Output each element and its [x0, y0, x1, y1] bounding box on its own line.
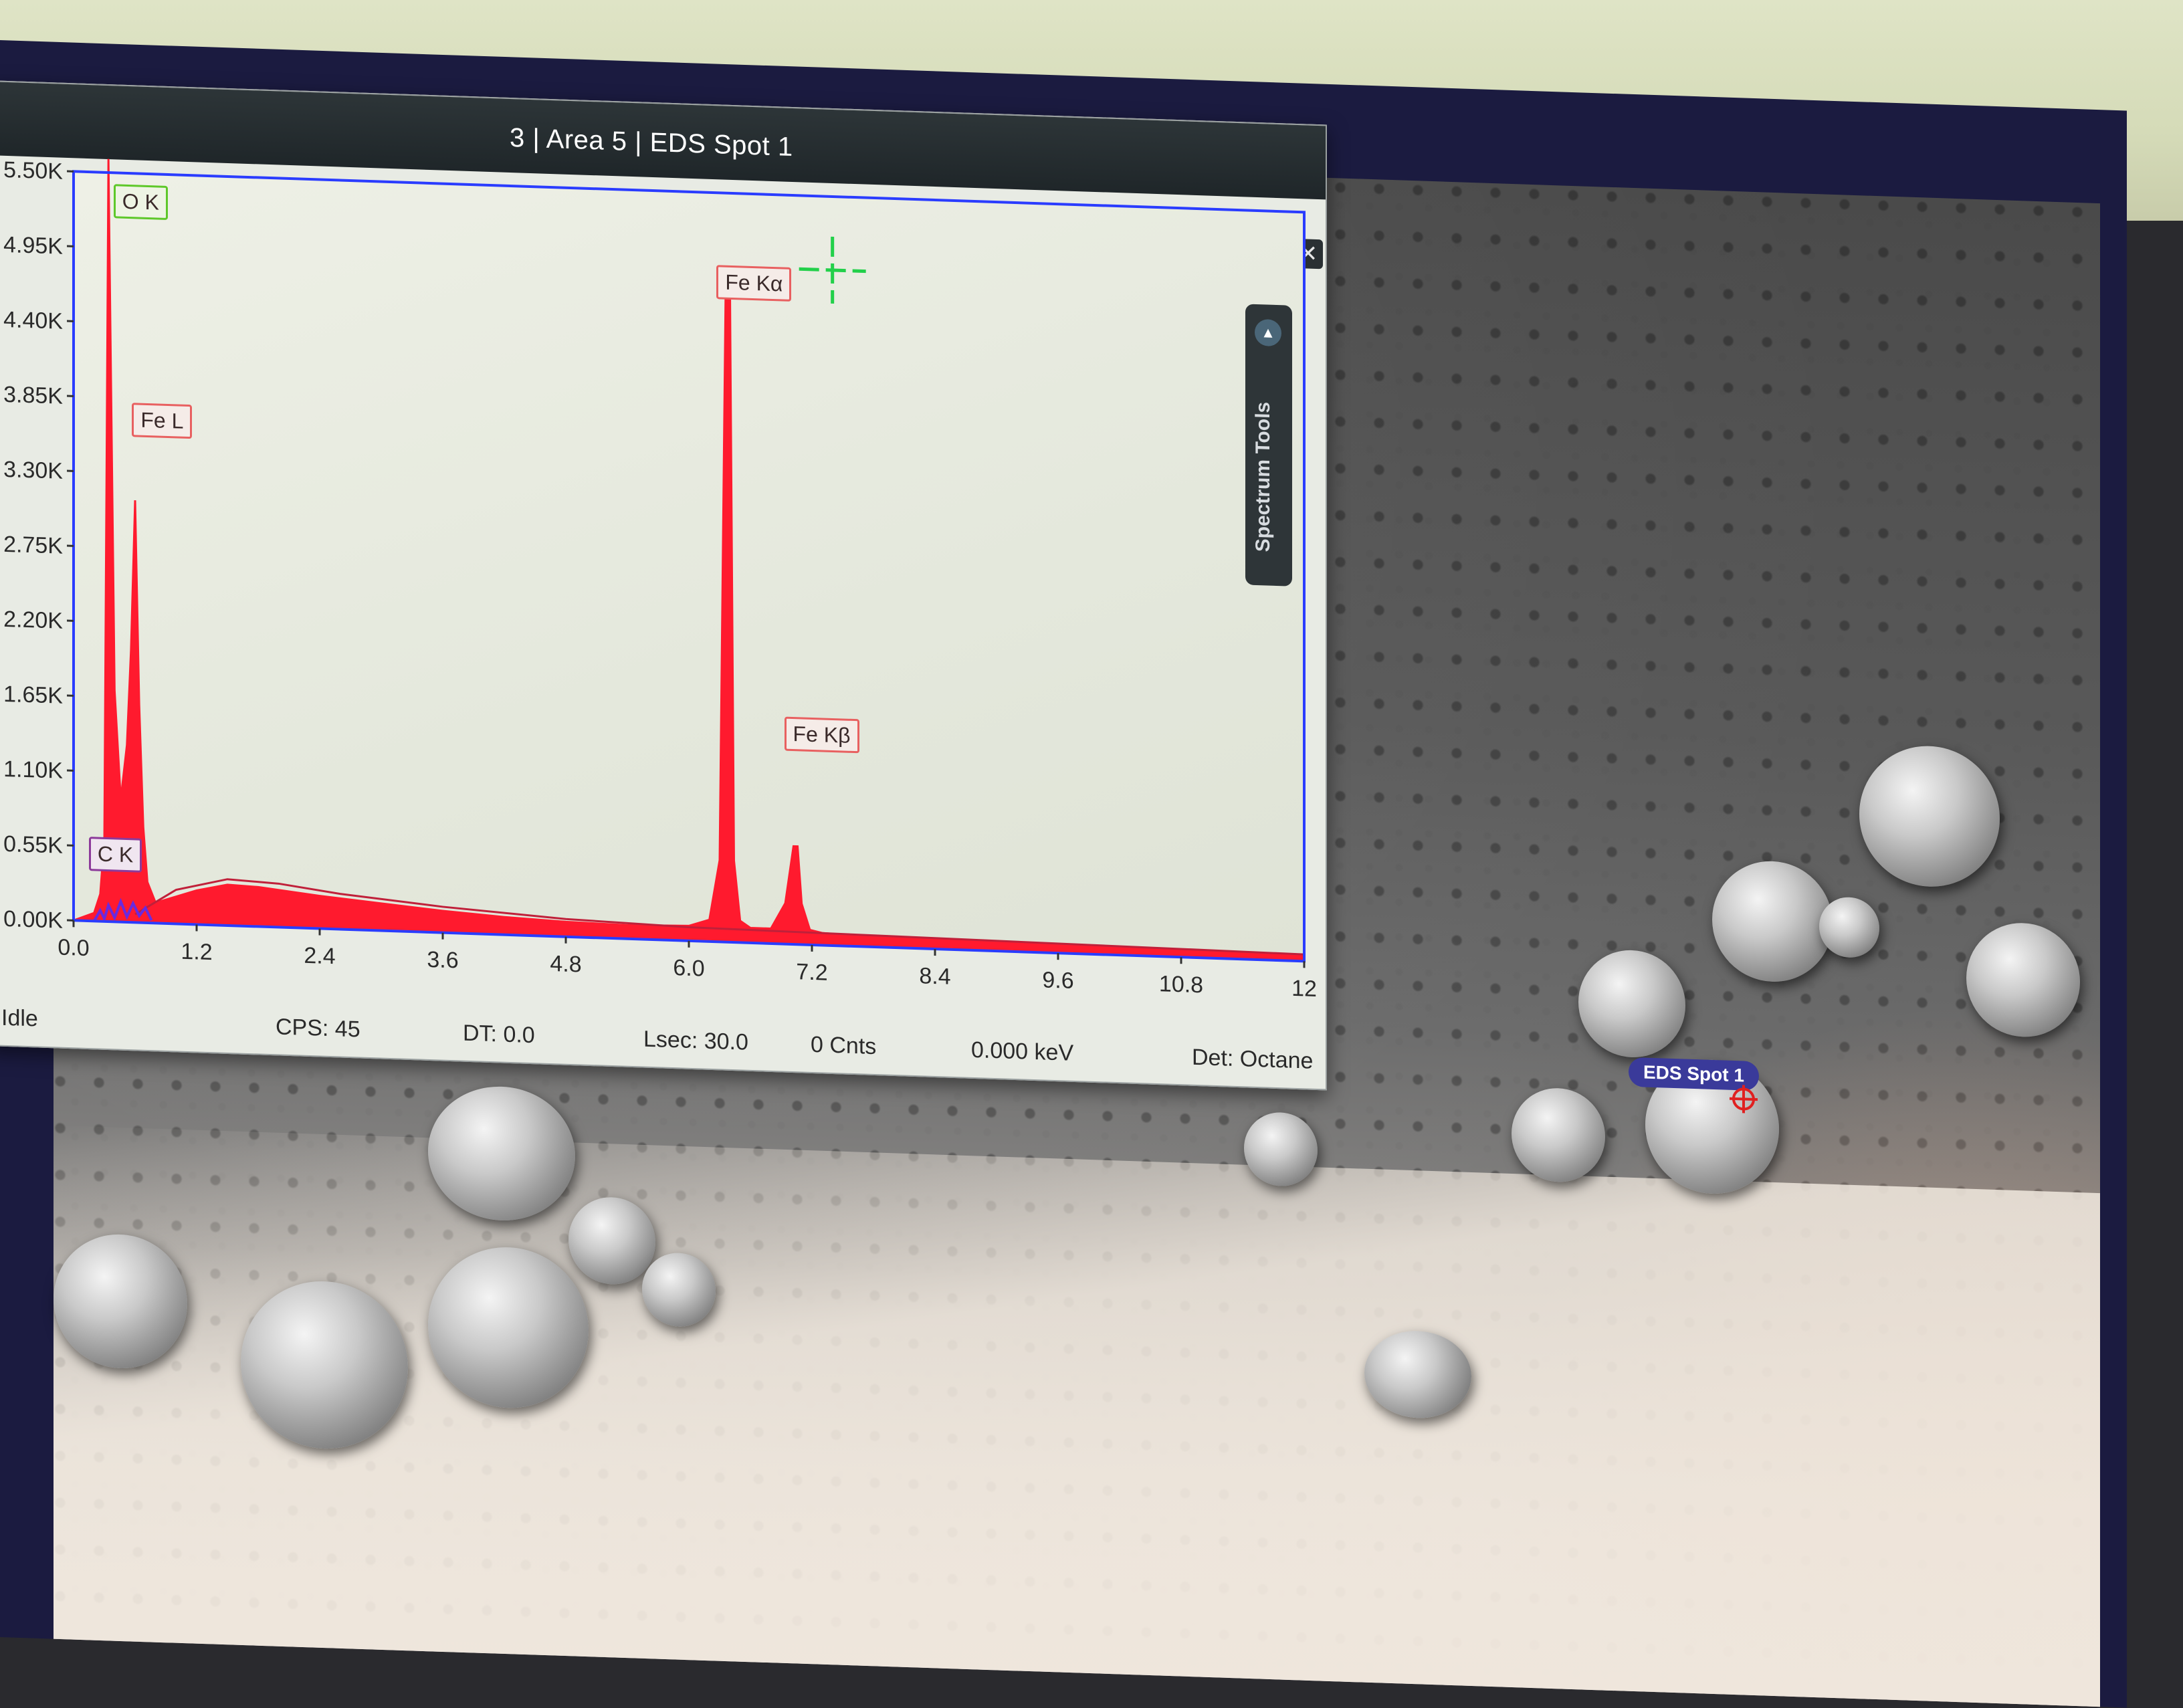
x-tick-label: 0.0 [58, 935, 89, 962]
status-counts: 0 Cnts [811, 1032, 876, 1060]
x-tick-label: 8.4 [919, 963, 950, 990]
peak-label[interactable]: C K [89, 837, 142, 873]
x-tick-label: 6.0 [673, 955, 704, 982]
status-dead-time: DT: 0.0 [463, 1021, 535, 1049]
peak-label[interactable]: Fe L [132, 403, 192, 439]
y-tick-label: 0.55K [3, 831, 63, 859]
x-tick-label: 1.2 [181, 939, 212, 966]
status-cps: CPS: 45 [276, 1014, 360, 1043]
y-tick-label: 3.85K [3, 382, 63, 409]
y-tick-label: 4.40K [3, 307, 63, 334]
x-tick-label: 10.8 [1159, 971, 1203, 998]
y-tick-label: 2.20K [3, 607, 63, 634]
y-tick-label: 1.65K [3, 681, 63, 709]
spectrum-tools-panel[interactable]: ▲ Spectrum Tools [1245, 304, 1292, 586]
status-live-seconds: Lsec: 30.0 [643, 1027, 748, 1056]
y-tick-label: 1.10K [3, 756, 63, 784]
x-tick-label: 3.6 [427, 947, 458, 974]
x-tick-label: 7.2 [796, 959, 827, 986]
y-tick-label: 2.75K [3, 532, 63, 559]
eds-spot-marker[interactable] [1732, 1087, 1755, 1111]
y-tick-label: 3.30K [3, 457, 63, 484]
y-tick-label: 5.50K [3, 157, 63, 185]
status-detector: Det: Octane [1192, 1045, 1313, 1075]
peak-label[interactable]: O K [114, 184, 168, 220]
x-tick-label: 4.8 [550, 951, 581, 978]
plot-border [74, 171, 1304, 961]
spectrum-series-0 [74, 158, 1304, 961]
y-tick-label: 4.95K [3, 232, 63, 259]
status-state: Idle [1, 1005, 38, 1033]
x-tick-label: 9.6 [1042, 967, 1073, 994]
peak-label[interactable]: Fe Kβ [785, 717, 859, 754]
eds-spot-label[interactable]: EDS Spot 1 [1629, 1057, 1759, 1091]
x-tick-label: 12 [1291, 976, 1317, 1002]
y-tick-label: 0.00K [3, 906, 63, 934]
spectrum-tools-label: Spectrum Tools [1252, 298, 1275, 552]
spectrum-chart[interactable]: 0.00K 0.55K 1.10K 1.65K 2.20K 2.75K 3.30K 3.85K… [0, 82, 1326, 1089]
spectrum-window[interactable]: 3 | Area 5 | EDS Spot 1 – ⛶ ✕ 0.00K0.55K… [0, 80, 1327, 1090]
status-energy: 0.000 keV [971, 1037, 1073, 1067]
peak-label[interactable]: Fe Kα [716, 265, 791, 302]
x-tick-label: 2.4 [304, 943, 335, 970]
